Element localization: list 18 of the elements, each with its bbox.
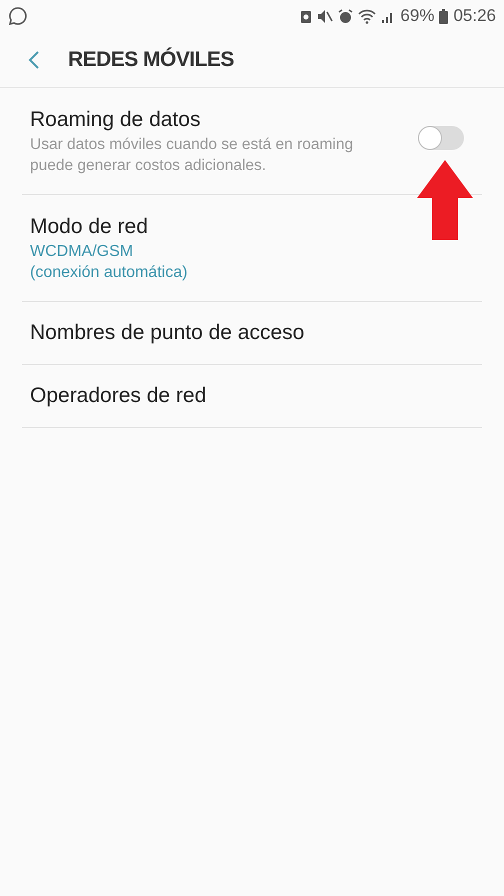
setting-title: Nombres de punto de acceso (30, 321, 304, 344)
setting-title: Operadores de red (30, 384, 206, 407)
battery-percent: 69% (400, 5, 434, 28)
setting-description: Usar datos móviles cuando se está en roaming puede generar costos adicionales. (30, 135, 354, 176)
page-title: REDES MÓVILES (68, 46, 234, 73)
battery-saver-icon (300, 8, 312, 24)
setting-value: (conexión automática) (30, 263, 188, 283)
chat-app-icon (8, 6, 28, 26)
battery-icon (439, 8, 448, 24)
wifi-icon (358, 8, 376, 24)
clock: 05:26 (453, 5, 496, 28)
alarm-icon (338, 8, 354, 24)
back-icon (28, 50, 40, 70)
mute-icon (317, 8, 334, 24)
setting-title: Modo de red (30, 214, 149, 240)
toggle-switch[interactable] (418, 126, 464, 150)
setting-title: Roaming de datos (30, 107, 202, 133)
setting-value: WCDMA/GSM (30, 242, 134, 262)
